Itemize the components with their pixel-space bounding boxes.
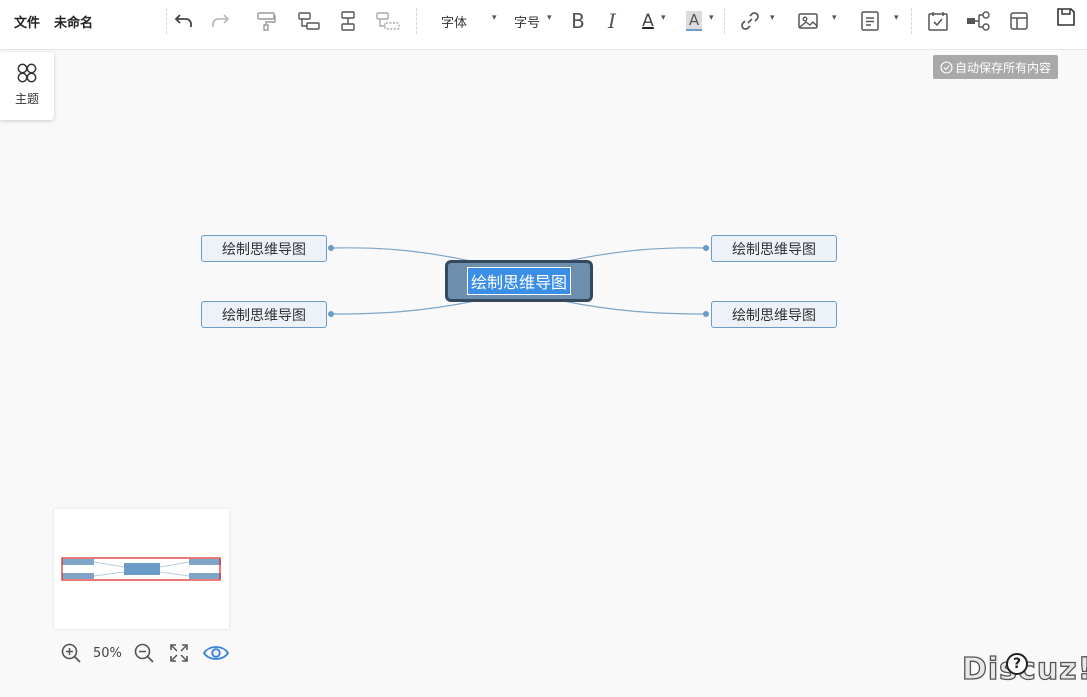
- mindmap-node[interactable]: 绘制思维导图: [201, 235, 327, 262]
- minimap-preview: [61, 557, 221, 581]
- connector-line: [562, 300, 707, 315]
- connector-dot: [703, 311, 709, 317]
- connector-dot: [703, 245, 709, 251]
- zoom-out-icon[interactable]: [133, 642, 155, 664]
- zoom-in-icon[interactable]: [60, 642, 82, 664]
- mindmap-node[interactable]: 绘制思维导图: [711, 235, 837, 262]
- minimap[interactable]: [54, 509, 229, 629]
- eye-icon[interactable]: [202, 642, 230, 664]
- mindmap-node[interactable]: 绘制思维导图: [711, 301, 837, 328]
- connector-dot: [328, 245, 334, 251]
- zoom-controls: 50%: [60, 640, 230, 666]
- fit-screen-icon[interactable]: [169, 643, 189, 663]
- zoom-level: 50%: [93, 645, 122, 661]
- root-node-text[interactable]: 绘制思维导图: [466, 267, 571, 295]
- connector-line: [331, 300, 476, 315]
- root-node[interactable]: 绘制思维导图: [445, 260, 593, 302]
- connector-dot: [328, 311, 334, 317]
- help-button[interactable]: ?: [1006, 653, 1028, 675]
- mindmap-node[interactable]: 绘制思维导图: [201, 301, 327, 328]
